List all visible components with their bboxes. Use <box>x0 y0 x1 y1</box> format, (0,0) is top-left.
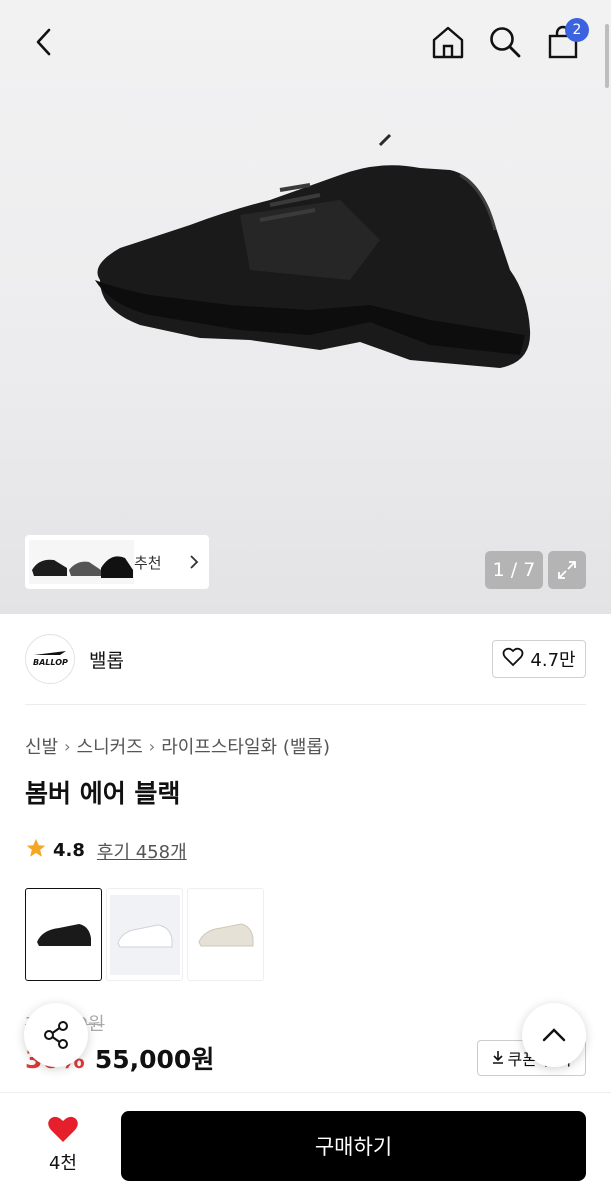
rating-row: 4.8 후기 458개 <box>25 837 187 864</box>
recommendation-card[interactable]: 추천 <box>25 535 209 589</box>
product-main-image <box>95 133 531 368</box>
home-icon[interactable] <box>428 22 468 62</box>
download-icon <box>492 1049 504 1068</box>
scrollbar[interactable] <box>605 24 609 88</box>
cart-icon[interactable]: 2 <box>543 18 589 62</box>
image-pager: 1 / 7 <box>485 551 543 589</box>
wish-button[interactable]: 4천 <box>33 1115 93 1175</box>
bottom-action-bar: 4천 구매하기 <box>0 1092 611 1200</box>
star-icon <box>25 837 47 864</box>
product-image-gallery[interactable]: 2 추천 1 / 7 <box>0 0 611 614</box>
brand-logo[interactable]: BALLOP <box>25 634 75 684</box>
review-count-link[interactable]: 후기 458개 <box>97 838 187 864</box>
wish-count: 4천 <box>48 1153 77 1174</box>
share-icon[interactable] <box>24 1003 88 1067</box>
brand-like-button[interactable]: 4.7만 <box>492 640 586 678</box>
brand-like-count: 4.7만 <box>530 650 576 671</box>
svg-text:BALLOP: BALLOP <box>33 658 68 667</box>
breadcrumb: 신발 › 스니커즈 › 라이프스타일화 (밸롭) <box>25 733 330 759</box>
chevron-right-icon: › <box>64 736 71 756</box>
variant-white[interactable] <box>106 888 183 981</box>
back-icon[interactable] <box>24 22 64 62</box>
recommendation-thumbnails <box>29 540 134 584</box>
expand-icon[interactable] <box>548 551 586 589</box>
chevron-right-icon <box>189 554 199 574</box>
chevron-right-icon: › <box>148 736 156 756</box>
sale-price: 55,000원 <box>94 1045 215 1074</box>
rating-score: 4.8 <box>53 840 85 861</box>
breadcrumb-item[interactable]: 라이프스타일화 (밸롭) <box>161 733 330 759</box>
variant-beige[interactable] <box>187 888 264 981</box>
buy-button[interactable]: 구매하기 <box>121 1111 586 1181</box>
chevron-up-icon[interactable] <box>522 1003 586 1067</box>
cart-count-badge: 2 <box>565 18 589 42</box>
heart-filled-icon <box>47 1116 79 1147</box>
heart-outline-icon <box>502 647 524 672</box>
divider <box>25 704 586 705</box>
breadcrumb-item[interactable]: 스니커즈 <box>77 733 143 759</box>
breadcrumb-item[interactable]: 신발 <box>25 733 58 759</box>
brand-name[interactable]: 밸롭 <box>89 646 124 673</box>
recommendation-label: 추천 <box>134 553 162 572</box>
search-icon[interactable] <box>485 22 525 62</box>
product-title: 봄버 에어 블랙 <box>25 779 181 808</box>
color-variants <box>25 888 264 981</box>
brand-row: BALLOP 밸롭 4.7만 <box>25 632 586 686</box>
variant-black[interactable] <box>25 888 102 981</box>
